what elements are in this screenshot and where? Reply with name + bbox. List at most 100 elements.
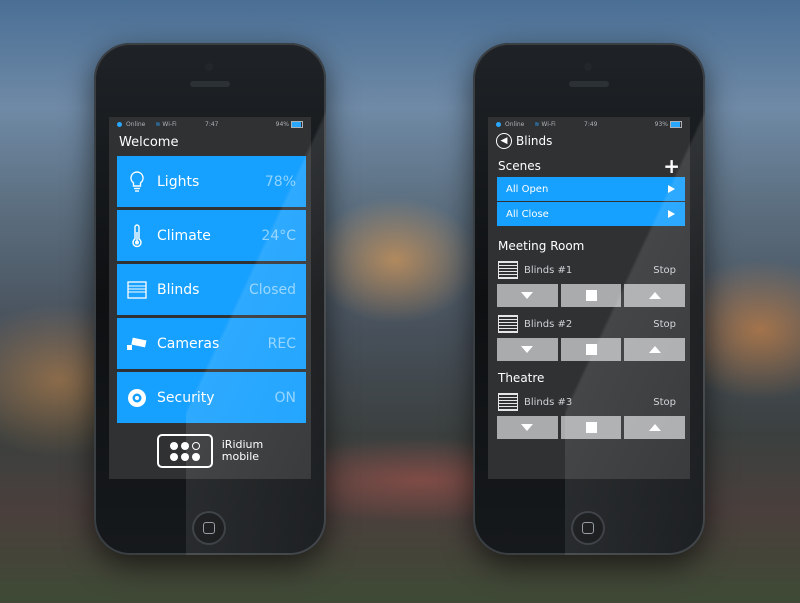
- stop-icon: [585, 344, 597, 355]
- arrow-up-icon: [648, 346, 661, 353]
- tile-label: Lights: [157, 173, 200, 190]
- blinds-icon: [117, 280, 157, 299]
- iridium-logo-mark: [156, 434, 213, 468]
- thermometer-icon: [117, 223, 157, 248]
- arrow-down-icon: [521, 346, 534, 353]
- blind-row: Blinds #1 Stop: [488, 257, 690, 281]
- clock: 7:47: [205, 120, 219, 128]
- down-button[interactable]: [497, 416, 558, 439]
- tile-cameras[interactable]: Cameras REC: [117, 318, 306, 369]
- up-button[interactable]: [624, 338, 686, 361]
- blinds-icon: [498, 315, 518, 333]
- phone-right: Online ≋ Wi-Fi 7:49 93% ◀ Blinds Scenes …: [473, 43, 705, 555]
- front-camera: [584, 63, 592, 71]
- blind-state: Stop: [653, 318, 676, 330]
- tile-value: ON: [274, 389, 297, 406]
- arrow-up-icon: [648, 424, 661, 431]
- blind-name: Blinds #1: [524, 264, 573, 276]
- lightbulb-icon: [117, 170, 157, 193]
- blind-row: Blinds #2 Stop: [488, 307, 690, 335]
- logo-text: iRidium mobile: [222, 439, 263, 463]
- wifi-label: Wi-Fi: [541, 120, 556, 128]
- tile-label: Climate: [157, 227, 211, 244]
- wifi-icon: ≋: [534, 120, 540, 128]
- room-title: Theatre: [498, 371, 545, 385]
- blind-controls: [497, 284, 686, 307]
- speaker-grille: [190, 81, 230, 87]
- page-title: Welcome: [119, 135, 179, 150]
- blinds-icon: [498, 393, 518, 411]
- network-status: Online: [126, 120, 146, 128]
- wifi-icon: ≋: [155, 120, 161, 128]
- stop-button[interactable]: [560, 284, 622, 307]
- scenes-label: Scenes: [498, 159, 541, 173]
- up-button[interactable]: [624, 416, 686, 439]
- camera-icon: [117, 337, 157, 351]
- scene-all-open[interactable]: All Open: [497, 177, 685, 201]
- battery-icon: [670, 120, 682, 128]
- blind-name: Blinds #3: [524, 396, 573, 408]
- speaker-grille: [569, 81, 609, 87]
- tile-label: Security: [157, 389, 215, 406]
- add-scene-button[interactable]: +: [663, 156, 680, 176]
- scenes-header: Scenes +: [488, 155, 690, 177]
- tile-value: REC: [267, 335, 296, 352]
- room-title: Meeting Room: [498, 239, 585, 253]
- tile-blinds[interactable]: Blinds Closed: [117, 264, 306, 315]
- tile-value: Closed: [248, 281, 296, 298]
- stop-button[interactable]: [560, 338, 622, 361]
- tile-climate[interactable]: Climate 24°C: [117, 210, 306, 261]
- phone-left: Online ≋ Wi-Fi 7:47 94% Welcome Lights 7…: [94, 43, 326, 555]
- up-button[interactable]: [624, 284, 686, 307]
- tile-lights[interactable]: Lights 78%: [117, 156, 306, 207]
- scene-all-close[interactable]: All Close: [497, 202, 685, 226]
- blind-controls: [497, 338, 686, 361]
- shield-icon: [117, 388, 157, 408]
- online-dot-icon: [117, 121, 122, 127]
- home-button[interactable]: [571, 511, 605, 545]
- tile-security[interactable]: Security ON: [117, 372, 306, 423]
- blind-controls: [497, 416, 686, 439]
- stop-button[interactable]: [560, 416, 622, 439]
- battery-status: 94%: [275, 120, 303, 128]
- battery-percent: 93%: [654, 120, 668, 128]
- tile-label: Cameras: [157, 335, 220, 352]
- network-status: Online: [505, 120, 525, 128]
- battery-percent: 94%: [275, 120, 289, 128]
- down-button[interactable]: [497, 284, 558, 307]
- stop-icon: [585, 422, 597, 433]
- blinds-screen: Online ≋ Wi-Fi 7:49 93% ◀ Blinds Scenes …: [488, 117, 690, 479]
- status-bar: Online ≋ Wi-Fi 7:47 94%: [109, 117, 311, 131]
- tile-label: Blinds: [157, 281, 200, 298]
- tile-value: 24°C: [261, 227, 296, 244]
- battery-status: 93%: [654, 120, 682, 128]
- battery-icon: [291, 120, 303, 128]
- scene-label: All Close: [506, 208, 549, 220]
- play-icon: [668, 210, 675, 218]
- status-bar: Online ≋ Wi-Fi 7:49 93%: [488, 117, 690, 131]
- blinds-icon: [498, 261, 518, 279]
- arrow-up-icon: [648, 292, 661, 299]
- page-title: Blinds: [516, 134, 553, 148]
- front-camera: [205, 63, 213, 71]
- play-icon: [668, 185, 675, 193]
- blind-row: Blinds #3 Stop: [488, 389, 690, 413]
- blind-state: Stop: [653, 264, 676, 276]
- home-button[interactable]: [192, 511, 226, 545]
- home-screen: Online ≋ Wi-Fi 7:47 94% Welcome Lights 7…: [109, 117, 311, 479]
- scene-label: All Open: [506, 183, 549, 195]
- tile-value: 78%: [264, 173, 296, 190]
- online-dot-icon: [496, 121, 501, 127]
- blind-state: Stop: [653, 396, 676, 408]
- logo-line2: mobile: [221, 450, 260, 463]
- page-header: ◀ Blinds: [488, 131, 690, 155]
- iridium-logo: iRidium mobile: [109, 434, 311, 468]
- down-button[interactable]: [497, 338, 558, 361]
- clock: 7:49: [584, 120, 598, 128]
- arrow-down-icon: [521, 424, 534, 431]
- arrow-down-icon: [521, 292, 534, 299]
- blind-name: Blinds #2: [524, 318, 573, 330]
- stop-icon: [585, 290, 597, 301]
- wifi-label: Wi-Fi: [162, 120, 177, 128]
- back-arrow-icon[interactable]: ◀: [496, 133, 512, 149]
